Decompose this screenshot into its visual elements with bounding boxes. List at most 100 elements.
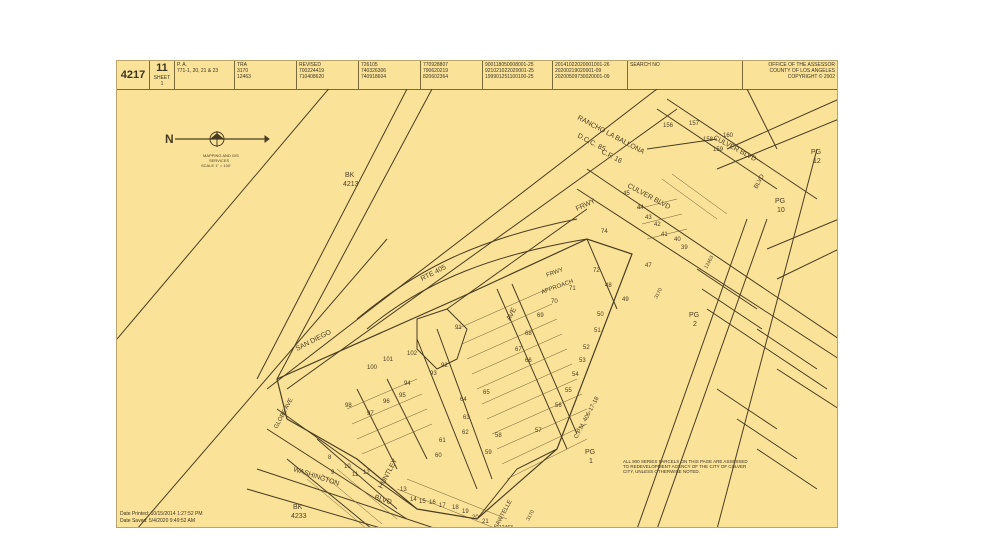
- parcel-number: 55: [565, 388, 572, 394]
- parcel-number: 92: [441, 363, 448, 369]
- parcel-number: 59: [485, 450, 492, 456]
- parcel-number: 11: [352, 472, 359, 478]
- parcel-number: 98: [345, 403, 352, 409]
- search-label: SEARCH NO: [630, 62, 660, 68]
- pa-cell: P. A. 771-1, 20, 21 & 23: [175, 61, 235, 89]
- book-label: 4213: [343, 181, 359, 188]
- parcel-number: 20: [472, 515, 479, 521]
- parcel-number: 53: [579, 358, 586, 364]
- parcel-number: 71: [569, 286, 576, 292]
- parcel-number: 21: [482, 519, 489, 525]
- street-label: FRWY: [546, 267, 565, 279]
- search-cell: SEARCH NO: [628, 61, 743, 89]
- page-number-cell: 11 SHEET 1: [150, 61, 175, 89]
- parcel-number: 96: [383, 399, 390, 405]
- pa-value: 771-1, 20, 21 & 23: [177, 68, 219, 74]
- parcel-number: 14: [410, 497, 417, 503]
- page-ref-label: PG: [775, 198, 785, 205]
- parcel-number: 13: [400, 487, 407, 493]
- parcel-number: 93: [430, 371, 437, 377]
- tra-label: 12463: [703, 255, 715, 270]
- sheet-number: SHEET 1: [153, 75, 171, 87]
- parcel-number: 50: [597, 312, 604, 318]
- tra-label: 12463: [499, 525, 513, 528]
- parcel-number: 10: [344, 464, 351, 470]
- parcel-number: 64: [460, 397, 467, 403]
- street-label: GLOBE AVE: [273, 397, 294, 429]
- parcel-number: 43: [645, 215, 652, 221]
- page-ref-label: PG: [585, 449, 595, 456]
- revised-entry: 199901251100100-25: [485, 74, 534, 80]
- revised-cell-1: REVISED 700224419 710408620: [297, 61, 359, 89]
- page-ref-label: PG: [689, 312, 699, 319]
- north-arrow-icon: N: [165, 131, 270, 147]
- page-ref-label: 1: [589, 458, 593, 465]
- revised-cell-3: 770928807 790620219 820602364: [421, 61, 483, 89]
- parcel-number: 57: [535, 428, 542, 434]
- parcel-number: 41: [661, 232, 668, 238]
- revised-entry: 820602364: [423, 74, 449, 80]
- parcel-number: 69: [537, 313, 544, 319]
- office-cell: OFFICE OF THE ASSESSOR COUNTY OF LOS ANG…: [743, 61, 837, 89]
- revised-entry: 710408620: [299, 74, 325, 80]
- parcel-number: 94: [404, 381, 411, 387]
- date-printed: Date Printed: 10/15/2014 1:27:52 PM: [120, 511, 203, 517]
- parcel-number: 45: [623, 191, 630, 197]
- parcel-number: 15: [419, 499, 426, 505]
- tra-label: 3170: [653, 287, 664, 300]
- revised-cell-2: 726105 740326306 740918604: [359, 61, 421, 89]
- page-ref-label: PG: [811, 149, 821, 156]
- parcel-number: 39: [681, 245, 688, 251]
- revised-cell-5: 20141022020001001-26 20200219020001-09 2…: [553, 61, 628, 89]
- parcel-number: 8: [328, 455, 332, 461]
- parcel-number: 54: [572, 372, 579, 378]
- book-label: BK: [345, 172, 355, 179]
- parcel-number: 160: [723, 133, 734, 139]
- street-label: SAWTELLE: [493, 499, 513, 528]
- page-number: 11: [156, 62, 168, 74]
- street-label: BLVD: [373, 494, 392, 506]
- street-label: SAN DIEGO: [295, 329, 333, 353]
- parcel-number: 74: [601, 229, 608, 235]
- parcel-number: 47: [645, 263, 652, 269]
- parcel-number: 56: [555, 403, 562, 409]
- parcel-number: 9: [331, 470, 335, 476]
- parcel-number: 52: [583, 345, 590, 351]
- north-label: N: [165, 132, 174, 146]
- parcel-number: 95: [399, 393, 406, 399]
- parcel-number: 67: [515, 347, 522, 353]
- cpm-label: C.P.M. 406-17-18: [573, 395, 600, 440]
- parcel-number: 91: [455, 325, 462, 331]
- parcel-number: 72: [593, 268, 600, 274]
- assessor-map-sheet: 4217 11 SHEET 1 P. A. 771-1, 20, 21 & 23…: [116, 60, 838, 528]
- parcel-number: 62: [462, 430, 469, 436]
- parcel-number: 63: [463, 415, 470, 421]
- street-label: CULVER BLVD: [626, 183, 671, 212]
- street-label: BLVD: [753, 173, 766, 190]
- parcel-number: 156: [663, 123, 674, 129]
- page-ref-label: 2: [693, 321, 697, 328]
- redevelopment-note: ALL 900 SERIES PARCELS ON THIS PAGE ARE …: [623, 459, 748, 474]
- parcel-number: 157: [689, 121, 700, 127]
- parcel-number: 65: [483, 390, 490, 396]
- tra-label: 3170: [525, 509, 536, 522]
- map-header: 4217 11 SHEET 1 P. A. 771-1, 20, 21 & 23…: [117, 61, 837, 90]
- revised-entry: 740918604: [361, 74, 387, 80]
- parcel-number: 19: [462, 509, 469, 515]
- parcel-number: 61: [439, 438, 446, 444]
- page-ref-label: 10: [777, 207, 785, 214]
- parcel-number: 44: [637, 205, 644, 211]
- book-label: 4233: [291, 513, 307, 520]
- page-ref-label: 12: [813, 158, 821, 165]
- parcel-number: 102: [407, 351, 418, 357]
- book-label: BK: [293, 504, 303, 511]
- parcel-number: 68: [525, 331, 532, 337]
- revised-entry: 20200509730020001-09: [555, 74, 610, 80]
- street-label: FRWY: [575, 198, 597, 213]
- compass-caption: SCALE 1" = 100': [201, 163, 231, 168]
- parcel-number: 12: [363, 470, 370, 476]
- parcel-number: 51: [594, 328, 601, 334]
- tra-value: 12463: [237, 74, 251, 80]
- parcel-number: 60: [435, 453, 442, 459]
- parcel-number: 49: [622, 297, 629, 303]
